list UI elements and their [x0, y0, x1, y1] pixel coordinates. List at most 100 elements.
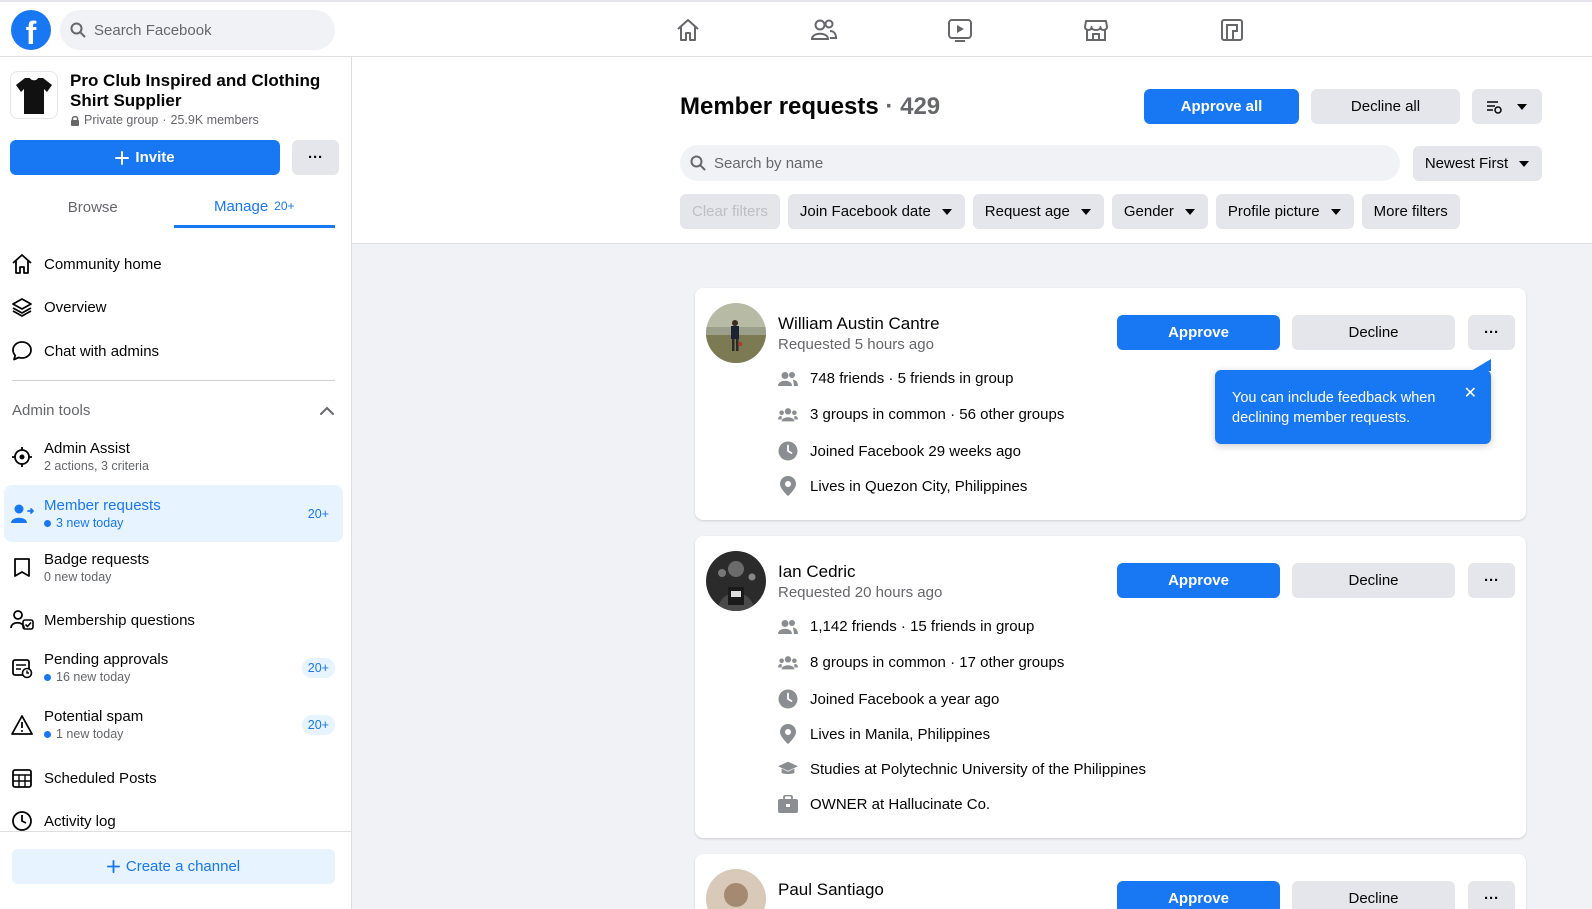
lives-location[interactable]: Manila, Philippines [865, 726, 990, 743]
decline-button[interactable]: Decline [1292, 315, 1455, 350]
other-groups[interactable]: 17 other groups [959, 654, 1064, 671]
group-more-button[interactable]: ··· [292, 140, 339, 175]
avatar[interactable] [706, 551, 766, 611]
sidebar-item-membership-questions[interactable]: Membership questions [10, 609, 343, 631]
group-privacy: Private group [84, 113, 159, 127]
tab-manage-label: Manage [213, 197, 269, 215]
new-dot [44, 730, 51, 738]
sidebar-item-label: Community home [44, 255, 162, 273]
friends-in-group[interactable]: 5 friends in group [898, 370, 1014, 387]
new-dot [44, 673, 51, 681]
chevron-up-icon[interactable] [319, 406, 335, 416]
groups-in-common[interactable]: 3 groups in common [810, 406, 946, 423]
request-age-filter[interactable]: Request age [972, 194, 1104, 229]
sidebar-item-pending-approvals[interactable]: Pending approvals 16 new today 20+ [10, 651, 343, 684]
layers-icon [10, 296, 34, 318]
lives-location[interactable]: Quezon City, Philippines [865, 478, 1027, 495]
search-placeholder: Search Facebook [94, 21, 212, 39]
clear-filters-button[interactable]: Clear filters [680, 194, 780, 229]
facebook-search-input[interactable]: Search Facebook [60, 10, 335, 50]
profile-picture-filter[interactable]: Profile picture [1215, 194, 1354, 229]
tooltip-text: You can include feedback when declining … [1232, 390, 1436, 426]
sidebar-item-overview[interactable]: Overview [10, 296, 343, 318]
filter-label: Request age [984, 203, 1070, 220]
gender-filter[interactable]: Gender [1111, 194, 1208, 229]
sidebar-item-sub: 3 new today [44, 516, 161, 530]
approve-button[interactable]: Approve [1117, 563, 1280, 598]
requester-name[interactable]: Paul Santiago [778, 880, 884, 900]
join-date-filter[interactable]: Join Facebook date [787, 194, 965, 229]
friends-in-group[interactable]: 15 friends in group [910, 618, 1034, 635]
new-dot [44, 519, 51, 527]
sidebar-item-sub: 2 actions, 3 criteria [44, 459, 149, 473]
work-prefix: OWNER at [810, 795, 885, 813]
request-more-button[interactable]: ··· [1468, 315, 1515, 350]
approve-button[interactable]: Approve [1117, 881, 1280, 909]
bulk-settings-button[interactable] [1472, 89, 1542, 124]
approve-button[interactable]: Approve [1117, 315, 1280, 350]
sidebar-item-badge-requests[interactable]: Badge requests 0 new today [10, 551, 343, 584]
briefcase-icon [778, 795, 798, 813]
sidebar-item-member-requests[interactable]: Member requests 3 new today 20+ [4, 485, 343, 542]
clock-icon [10, 810, 34, 832]
create-channel-button[interactable]: Create a channel [12, 849, 335, 884]
decline-all-button[interactable]: Decline all [1311, 89, 1460, 124]
group-name[interactable]: Pro Club Inspired and Clothing Shirt Sup… [70, 71, 330, 111]
avatar[interactable] [706, 869, 766, 909]
decline-button[interactable]: Decline [1292, 881, 1455, 909]
search-icon [690, 155, 706, 171]
member-request-card: Ian Cedric Requested 20 hours ago Approv… [695, 536, 1526, 838]
lives-prefix: Lives in [810, 477, 861, 495]
requester-name[interactable]: William Austin Cantre [778, 314, 940, 334]
sidebar-divider [12, 380, 335, 381]
decline-button[interactable]: Decline [1292, 563, 1455, 598]
calendar-icon [10, 767, 34, 789]
studies-prefix: Studies at [810, 760, 877, 778]
sidebar-footer-divider [0, 831, 351, 832]
caret-down-icon [1330, 208, 1342, 216]
tab-manage[interactable]: Manage 20+ [173, 187, 335, 228]
sidebar-item-activity-log[interactable]: Activity log [10, 810, 343, 832]
sidebar-item-chat-with-admins[interactable]: Chat with admins [10, 340, 343, 362]
membership-questions-icon [10, 609, 34, 631]
info-studies: Studies at Polytechnic University of the… [778, 760, 1146, 778]
plus-icon [115, 150, 130, 165]
studies-school[interactable]: Polytechnic University of the Philippine… [881, 761, 1146, 778]
admin-tools-header[interactable]: Admin tools [12, 402, 335, 419]
sidebar-item-scheduled-posts[interactable]: Scheduled Posts [10, 767, 343, 789]
home-icon[interactable] [620, 8, 756, 52]
sidebar-item-sub: 16 new today [44, 670, 168, 684]
more-filters-button[interactable]: More filters [1361, 194, 1460, 229]
watch-icon[interactable] [892, 8, 1028, 52]
friends-icon[interactable] [756, 8, 892, 52]
top-navigation-bar: f Search Facebook [0, 0, 1592, 57]
other-groups[interactable]: 56 other groups [959, 406, 1064, 423]
lives-prefix: Lives in [810, 725, 861, 743]
sidebar-item-admin-assist[interactable]: Admin Assist 2 actions, 3 criteria [10, 440, 343, 473]
tab-browse[interactable]: Browse [12, 187, 174, 228]
request-more-button[interactable]: ··· [1468, 881, 1515, 909]
invite-button[interactable]: Invite [10, 140, 280, 175]
groups-in-common[interactable]: 8 groups in common [810, 654, 946, 671]
decline-feedback-tooltip: You can include feedback when declining … [1215, 359, 1491, 444]
request-more-button[interactable]: ··· [1468, 563, 1515, 598]
sort-dropdown[interactable]: Newest First [1413, 146, 1542, 181]
group-cover-thumbnail[interactable] [10, 71, 58, 119]
marketplace-icon[interactable] [1028, 8, 1164, 52]
requester-name[interactable]: Ian Cedric [778, 562, 855, 582]
search-by-name-input[interactable]: Search by name [680, 145, 1400, 181]
sidebar-item-label: Pending approvals [44, 651, 169, 668]
sidebar-item-sub-text: 1 new today [56, 727, 124, 741]
approve-all-button[interactable]: Approve all [1144, 89, 1299, 124]
sidebar-item-potential-spam[interactable]: Potential spam 1 new today 20+ [10, 708, 343, 741]
facebook-logo[interactable]: f [11, 10, 51, 50]
add-person-icon [10, 503, 34, 525]
sidebar-item-community-home[interactable]: Community home [10, 253, 343, 275]
sidebar-item-label: Badge requests [44, 551, 150, 568]
avatar[interactable] [706, 303, 766, 363]
group-header[interactable]: Pro Club Inspired and Clothing Shirt Sup… [10, 71, 330, 127]
groups-icon[interactable] [1164, 8, 1300, 52]
group-members-count[interactable]: 25.9K members [171, 113, 259, 127]
close-icon[interactable]: ✕ [1464, 384, 1477, 404]
work-company[interactable]: Hallucinate Co. [888, 796, 990, 813]
